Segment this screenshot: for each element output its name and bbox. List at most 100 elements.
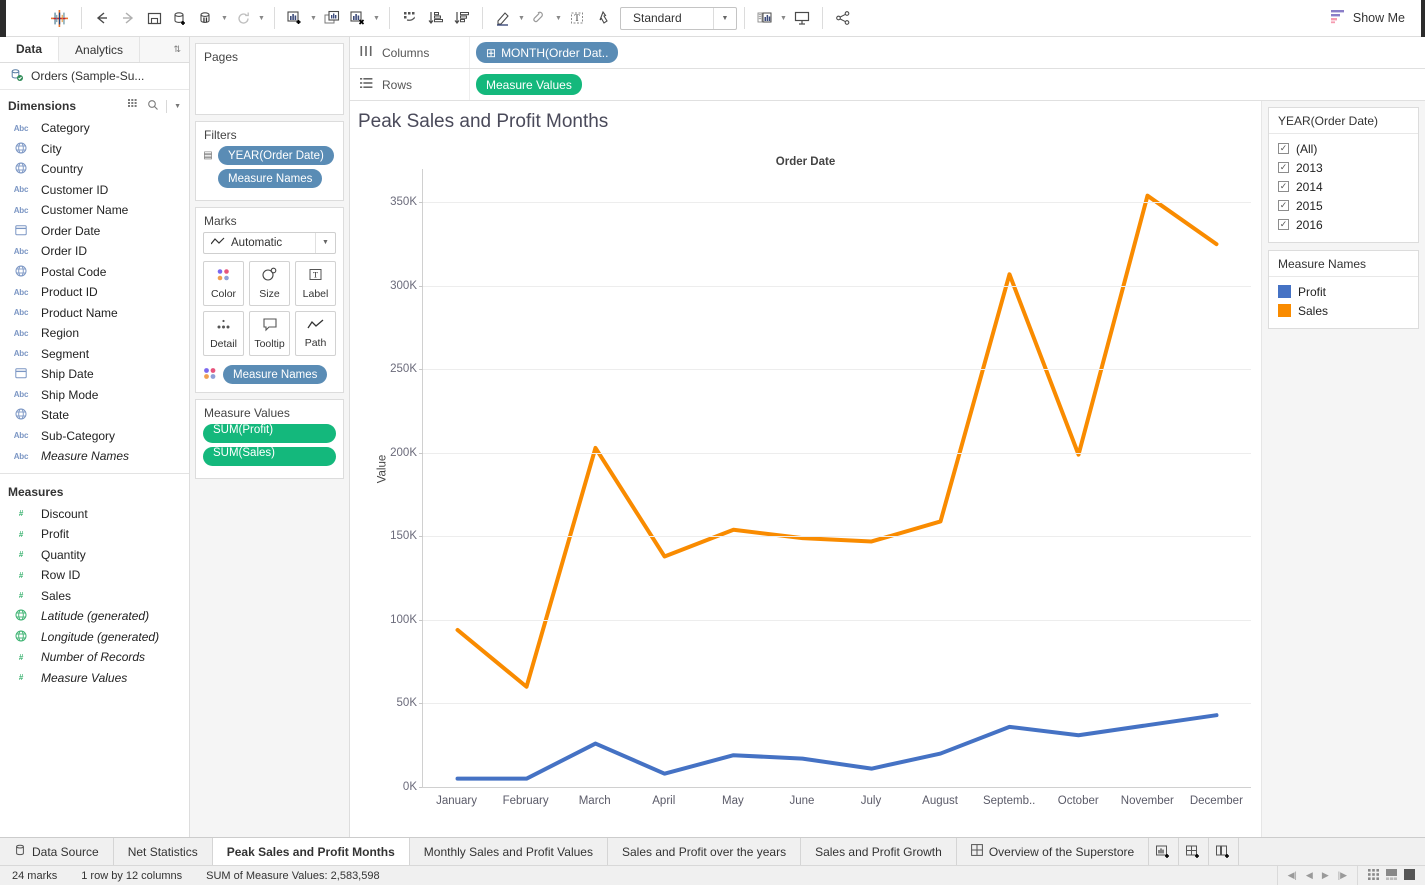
search-icon[interactable] — [147, 99, 159, 114]
field-item[interactable]: Abc Customer Name — [0, 200, 189, 221]
checkbox-icon[interactable]: ✓ — [1278, 219, 1289, 230]
show-mark-labels-icon[interactable]: T — [564, 5, 590, 31]
back-arrow-icon[interactable] — [89, 5, 115, 31]
data-pane-resize-handle[interactable]: ⇅ — [140, 37, 189, 62]
mark-button-tooltip[interactable]: Tooltip — [249, 311, 290, 356]
field-item[interactable]: City — [0, 139, 189, 160]
field-item[interactable]: Abc Customer ID — [0, 180, 189, 201]
field-item[interactable]: Abc Category — [0, 118, 189, 139]
worksheet-tab[interactable]: Net Statistics — [114, 838, 213, 865]
next-page-icon[interactable]: ▶ — [1322, 870, 1329, 881]
columns-drop-zone[interactable]: ⊞ MONTH(Order Dat.. — [470, 37, 1425, 68]
pause-dropdown-icon[interactable]: ▼ — [219, 5, 230, 31]
checkbox-icon[interactable]: ✓ — [1278, 200, 1289, 211]
field-item[interactable]: Abc Sub-Category — [0, 426, 189, 447]
first-page-icon[interactable]: ◀| — [1288, 870, 1297, 881]
measure-values-card[interactable]: Measure Values SUM(Profit) SUM(Sales) — [195, 399, 344, 479]
duplicate-sheet-icon[interactable] — [319, 5, 345, 31]
share-icon[interactable] — [830, 5, 856, 31]
field-item[interactable]: # Profit — [0, 524, 189, 545]
presentation-mode-icon[interactable] — [789, 5, 815, 31]
worksheet-tab[interactable]: Data Source — [0, 838, 114, 865]
field-item[interactable]: State — [0, 405, 189, 426]
year-filter-item[interactable]: ✓ 2015 — [1269, 196, 1418, 215]
fix-axes-icon[interactable] — [590, 5, 616, 31]
page-navigation[interactable]: ◀| ◀ ▶ |▶ — [1276, 866, 1357, 885]
field-item[interactable]: Abc Region — [0, 323, 189, 344]
checkbox-icon[interactable]: ✓ — [1278, 181, 1289, 192]
cards-dropdown-icon[interactable]: ▼ — [778, 5, 789, 31]
expand-plus-icon[interactable]: ⊞ — [486, 46, 496, 60]
datasource-item[interactable]: Orders (Sample-Su... — [0, 63, 189, 90]
full-view-icon[interactable] — [1404, 868, 1415, 883]
highlight-dropdown-icon[interactable]: ▼ — [516, 5, 527, 31]
new-worksheet-dropdown-icon[interactable]: ▼ — [308, 5, 319, 31]
year-filter-item[interactable]: ✓ (All) — [1269, 139, 1418, 158]
field-item[interactable]: # Number of Records — [0, 647, 189, 668]
measure-legend-item[interactable]: Sales — [1269, 301, 1418, 320]
marks-type-select[interactable]: Automatic ▼ — [203, 232, 336, 254]
group-dropdown-icon[interactable]: ▼ — [553, 5, 564, 31]
year-filter-item[interactable]: ✓ 2014 — [1269, 177, 1418, 196]
worksheet-tab[interactable]: Peak Sales and Profit Months — [212, 838, 410, 865]
chevron-down-icon[interactable]: ▼ — [174, 103, 181, 110]
tab-analytics[interactable]: Analytics — [59, 37, 141, 62]
field-item[interactable]: Abc Measure Names — [0, 446, 189, 467]
marks-card[interactable]: Marks Automatic ▼ Color Size T Label Detail T… — [195, 207, 344, 393]
field-item[interactable]: Ship Date — [0, 364, 189, 385]
chevron-down-icon[interactable]: ▼ — [315, 233, 335, 253]
view-data-icon[interactable] — [128, 99, 140, 113]
year-filter-card[interactable]: YEAR(Order Date) ✓ (All) ✓ 2013 ✓ 2014 ✓ 2015 ✓ 2… — [1268, 107, 1419, 243]
fit-select[interactable]: Standard ▼ — [620, 6, 737, 30]
field-item[interactable]: Abc Ship Mode — [0, 385, 189, 406]
checkbox-icon[interactable]: ✓ — [1278, 162, 1289, 173]
worksheet-tab[interactable]: Monthly Sales and Profit Values — [410, 838, 608, 865]
mark-button-label[interactable]: T Label — [295, 261, 336, 306]
mark-button-size[interactable]: Size — [249, 261, 290, 306]
new-data-source-icon[interactable] — [167, 5, 193, 31]
tab-data[interactable]: Data — [0, 37, 60, 62]
marks-color-pill-row[interactable]: Measure Names — [203, 365, 336, 384]
plot-area[interactable]: 0K 50K 100K 150K 200K 250K 300K 350K — [390, 169, 1251, 793]
new-story-tab-icon[interactable] — [1209, 838, 1240, 865]
new-worksheet-tab-icon[interactable] — [1149, 838, 1180, 865]
checkbox-icon[interactable]: ✓ — [1278, 143, 1289, 154]
pages-card[interactable]: Pages — [195, 43, 344, 115]
field-item[interactable]: Latitude (generated) — [0, 606, 189, 627]
field-item[interactable]: Order Date — [0, 221, 189, 242]
worksheet-tab[interactable]: Sales and Profit over the years — [608, 838, 802, 865]
filter-pill[interactable]: YEAR(Order Date) — [218, 146, 334, 165]
highlight-icon[interactable] — [490, 5, 516, 31]
chart-container[interactable]: Peak Sales and Profit Months Order Date … — [350, 101, 1262, 837]
filters-card[interactable]: Filters ▤ YEAR(Order Date) Measure Names — [195, 121, 344, 201]
measure-legend-item[interactable]: Profit — [1269, 282, 1418, 301]
last-page-icon[interactable]: |▶ — [1338, 870, 1347, 881]
field-item[interactable]: Abc Product ID — [0, 282, 189, 303]
rows-pill[interactable]: Measure Values — [476, 74, 582, 95]
field-item[interactable]: Longitude (generated) — [0, 627, 189, 648]
filter-row[interactable]: Measure Names — [203, 169, 336, 188]
measure-names-legend-card[interactable]: Measure Names Profit Sales — [1268, 250, 1419, 329]
sort-descending-icon[interactable] — [449, 5, 475, 31]
field-item[interactable]: # Row ID — [0, 565, 189, 586]
measure-value-pill[interactable]: SUM(Sales) — [203, 447, 336, 466]
new-dashboard-tab-icon[interactable] — [1179, 838, 1210, 865]
mark-button-color[interactable]: Color — [203, 261, 244, 306]
field-item[interactable]: Abc Product Name — [0, 303, 189, 324]
swap-rows-columns-icon[interactable] — [397, 5, 423, 31]
save-icon[interactable] — [141, 5, 167, 31]
mark-button-detail[interactable]: Detail — [203, 311, 244, 356]
field-item[interactable]: Abc Segment — [0, 344, 189, 365]
partial-view-icon[interactable] — [1386, 868, 1397, 883]
filter-pill[interactable]: Measure Names — [218, 169, 323, 188]
worksheet-tab[interactable]: Overview of the Superstore — [957, 838, 1150, 865]
refresh-dropdown-icon[interactable]: ▼ — [256, 5, 267, 31]
worksheet-tab[interactable]: Sales and Profit Growth — [801, 838, 957, 865]
line-series-profit[interactable] — [458, 715, 1217, 778]
measure-value-pill[interactable]: SUM(Profit) — [203, 424, 336, 443]
sort-ascending-icon[interactable] — [423, 5, 449, 31]
year-filter-item[interactable]: ✓ 2016 — [1269, 215, 1418, 234]
grid-view-icon[interactable] — [1368, 868, 1379, 883]
field-item[interactable]: Postal Code — [0, 262, 189, 283]
field-item[interactable]: # Quantity — [0, 545, 189, 566]
